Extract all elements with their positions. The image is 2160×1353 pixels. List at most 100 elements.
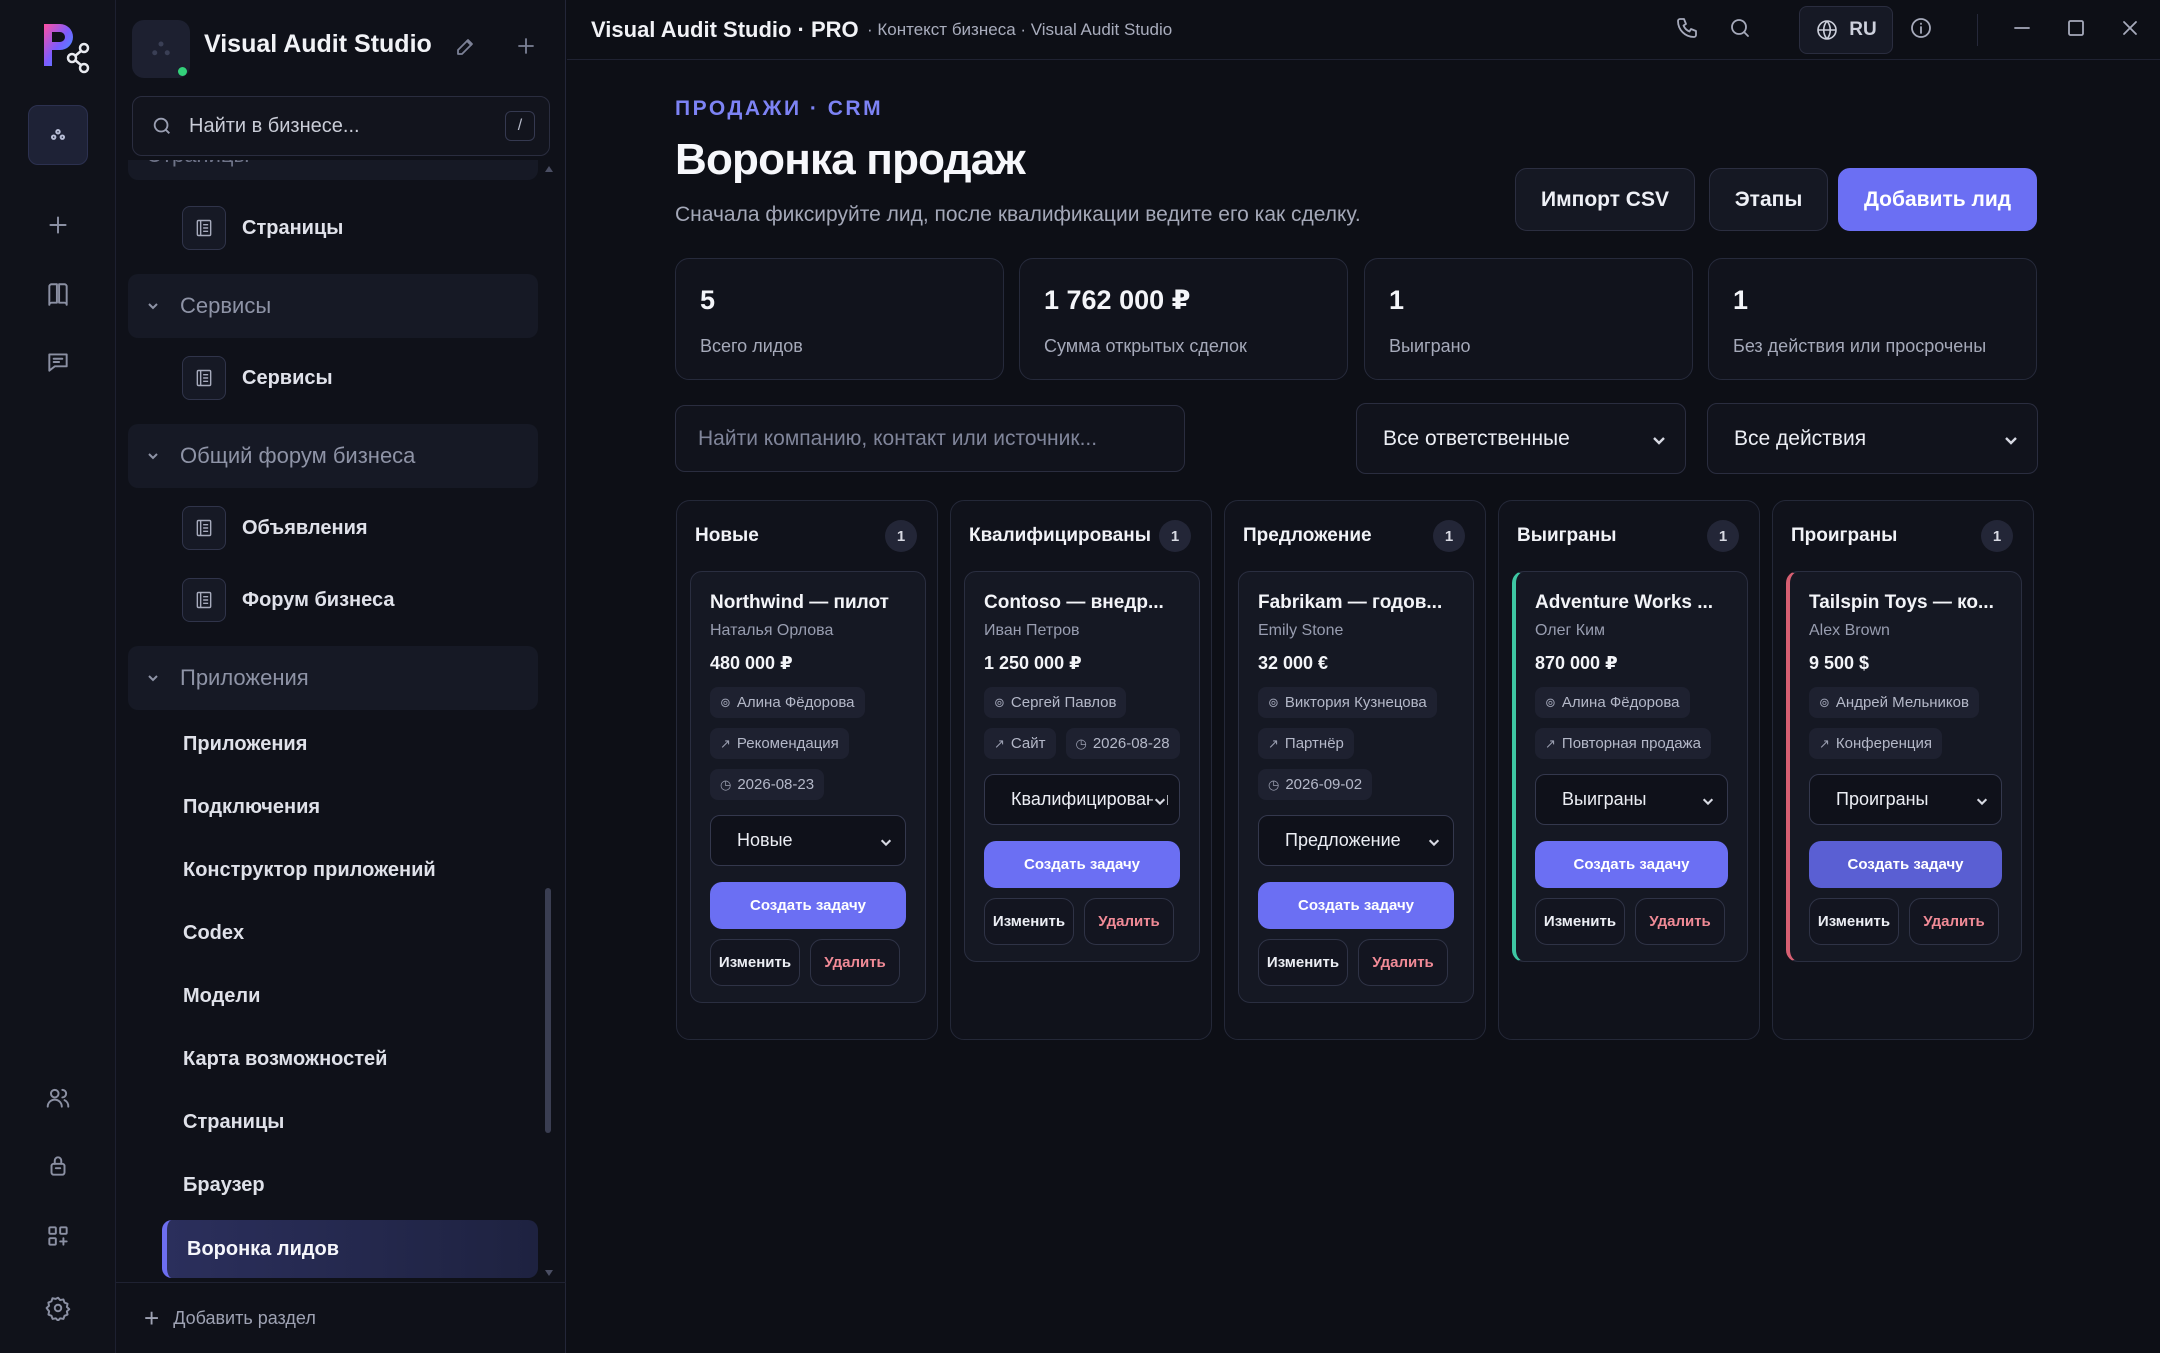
library-button[interactable]: [28, 264, 88, 324]
app-rail: [0, 0, 116, 1353]
lead-title: Adventure Works ...: [1535, 592, 1714, 613]
sidebar-item-pages-app[interactable]: Страницы: [183, 1111, 284, 1134]
create-task-button[interactable]: Создать задачу: [1809, 841, 2002, 888]
stat-card-total-leads: 5 Всего лидов: [675, 258, 1004, 380]
logo-icon[interactable]: [38, 20, 92, 74]
search-icon: [153, 117, 170, 134]
stages-button[interactable]: Этапы: [1709, 168, 1828, 231]
delete-button[interactable]: Удалить: [1635, 898, 1725, 945]
column-count-badge: 1: [1981, 520, 2013, 552]
lead-search-input[interactable]: Найти компанию, контакт или источник...: [675, 405, 1185, 472]
stage-select[interactable]: Предложение: [1258, 815, 1454, 866]
section-header-pages-partial[interactable]: Страницы: [128, 160, 538, 180]
sidebar-search-placeholder: Найти в бизнесе...: [189, 114, 360, 137]
scroll-down-arrow[interactable]: [545, 1270, 553, 1276]
sidebar-item-lead-funnel[interactable]: Воронка лидов: [162, 1220, 538, 1278]
sidebar-item-services[interactable]: Сервисы: [182, 353, 333, 403]
delete-button[interactable]: Удалить: [1358, 939, 1448, 986]
delete-button[interactable]: Удалить: [1909, 898, 1999, 945]
create-task-button[interactable]: Создать задачу: [1535, 841, 1728, 888]
source-chip: ↗ Повторная продажа: [1535, 728, 1711, 759]
stage-select[interactable]: Новые: [710, 815, 906, 866]
lead-card[interactable]: Tailspin Toys — ко... Alex Brown 9 500 $…: [1786, 571, 2022, 962]
new-workspace-button[interactable]: [28, 195, 88, 255]
global-search-button[interactable]: [1728, 16, 1756, 44]
section-header-forum[interactable]: Общий форум бизнеса: [128, 424, 538, 488]
sidebar-item-app-builder[interactable]: Конструктор приложений: [183, 859, 436, 882]
edit-button[interactable]: Изменить: [1535, 898, 1625, 945]
arrow-up-right-icon: ↗: [994, 735, 1005, 751]
settings-icon: [45, 1296, 71, 1321]
owner-icon: ⊚: [720, 694, 731, 710]
sidebar-scrollbar[interactable]: [545, 888, 551, 1133]
minimize-icon: [2014, 27, 2030, 29]
sidebar-item-announcements[interactable]: Объявления: [182, 503, 368, 553]
messages-button[interactable]: [28, 332, 88, 392]
sidebar-item-browser[interactable]: Браузер: [183, 1174, 265, 1197]
add-lead-button[interactable]: Добавить лид: [1838, 168, 2037, 231]
lead-amount: 870 000 ₽: [1535, 653, 1618, 673]
lead-title: Contoso — внедр...: [984, 592, 1164, 613]
stage-select[interactable]: Квалифицированы: [984, 774, 1180, 825]
sidebar-search[interactable]: Найти в бизнесе... /: [132, 96, 550, 156]
lead-card[interactable]: Contoso — внедр... Иван Петров 1 250 000…: [964, 571, 1200, 962]
add-section-button[interactable]: + Добавить раздел: [116, 1282, 566, 1353]
sidebar-item-business-forum[interactable]: Форум бизнеса: [182, 575, 394, 625]
section-eyebrow: ПРОДАЖИ · CRM: [675, 97, 884, 120]
sidebar-item-connections[interactable]: Подключения: [183, 796, 320, 819]
people-button[interactable]: [28, 1068, 88, 1128]
stage-select[interactable]: Проиграны: [1809, 774, 2002, 825]
minimize-button[interactable]: [2010, 16, 2038, 44]
sidebar-item-apps[interactable]: Приложения: [183, 733, 307, 756]
delete-button[interactable]: Удалить: [1084, 898, 1174, 945]
lead-card[interactable]: Northwind — пилот Наталья Орлова 480 000…: [690, 571, 926, 1003]
chat-icon: [48, 353, 68, 372]
section-header-services[interactable]: Сервисы: [128, 274, 538, 338]
app-title: Visual Audit Studio · PRO: [591, 17, 859, 42]
call-button[interactable]: [1675, 16, 1703, 44]
create-task-button[interactable]: Создать задачу: [1258, 882, 1454, 929]
delete-button[interactable]: Удалить: [810, 939, 900, 986]
sidebar-item-pages[interactable]: Страницы: [182, 203, 343, 253]
clock-icon: ◷: [1268, 776, 1280, 792]
lead-card[interactable]: Adventure Works ... Олег Ким 870 000 ₽ ⊚…: [1512, 571, 1748, 962]
edit-button[interactable]: Изменить: [1258, 939, 1348, 986]
sidebar-item-models[interactable]: Модели: [183, 985, 260, 1008]
add-item-button[interactable]: [514, 34, 540, 60]
title-bar: Visual Audit Studio · PRO · Контекст биз…: [567, 0, 2160, 60]
date-chip: ◷ 2026-09-02: [1258, 769, 1373, 800]
kanban-column-lost: Проиграны 1 Tailspin Toys — ко... Alex B…: [1772, 500, 2034, 1040]
sidebar-item-capability-map[interactable]: Карта возможностей: [183, 1048, 387, 1071]
plus-icon: [49, 216, 67, 234]
lead-contact: Олег Ким: [1535, 622, 1606, 639]
info-icon: [1911, 18, 1931, 38]
stage-select[interactable]: Выиграны: [1535, 774, 1728, 825]
edit-workspace-button[interactable]: [454, 34, 480, 60]
apps-button[interactable]: [28, 1206, 88, 1266]
edit-button[interactable]: Изменить: [984, 898, 1074, 945]
info-button[interactable]: [1909, 16, 1937, 44]
close-button[interactable]: [2118, 16, 2146, 44]
create-task-button[interactable]: Создать задачу: [710, 882, 906, 929]
action-filter-select[interactable]: Все действия: [1707, 403, 2038, 474]
security-button[interactable]: [28, 1136, 88, 1196]
create-task-button[interactable]: Создать задачу: [984, 841, 1180, 888]
settings-button[interactable]: [28, 1278, 88, 1338]
edit-button[interactable]: Изменить: [710, 939, 800, 986]
scroll-up-arrow[interactable]: [545, 166, 553, 172]
import-csv-button[interactable]: Импорт CSV: [1515, 168, 1695, 231]
maximize-button[interactable]: [2064, 16, 2092, 44]
language-selector[interactable]: RU: [1799, 6, 1893, 54]
sidebar-item-codex[interactable]: Codex: [183, 922, 244, 945]
section-header-apps[interactable]: Приложения: [128, 646, 538, 710]
owner-filter-select[interactable]: Все ответственные: [1356, 403, 1686, 474]
clock-icon: ◷: [720, 776, 732, 792]
workspace-rail-button[interactable]: [28, 105, 88, 165]
plus-icon: +: [144, 1302, 160, 1333]
chevron-down-icon: [2005, 437, 2017, 445]
edit-button[interactable]: Изменить: [1809, 898, 1899, 945]
lead-amount: 480 000 ₽: [710, 653, 793, 673]
lead-card[interactable]: Fabrikam — годов... Emily Stone 32 000 €…: [1238, 571, 1474, 1003]
book-icon: [48, 283, 68, 306]
owner-icon: ⊚: [994, 694, 1005, 710]
